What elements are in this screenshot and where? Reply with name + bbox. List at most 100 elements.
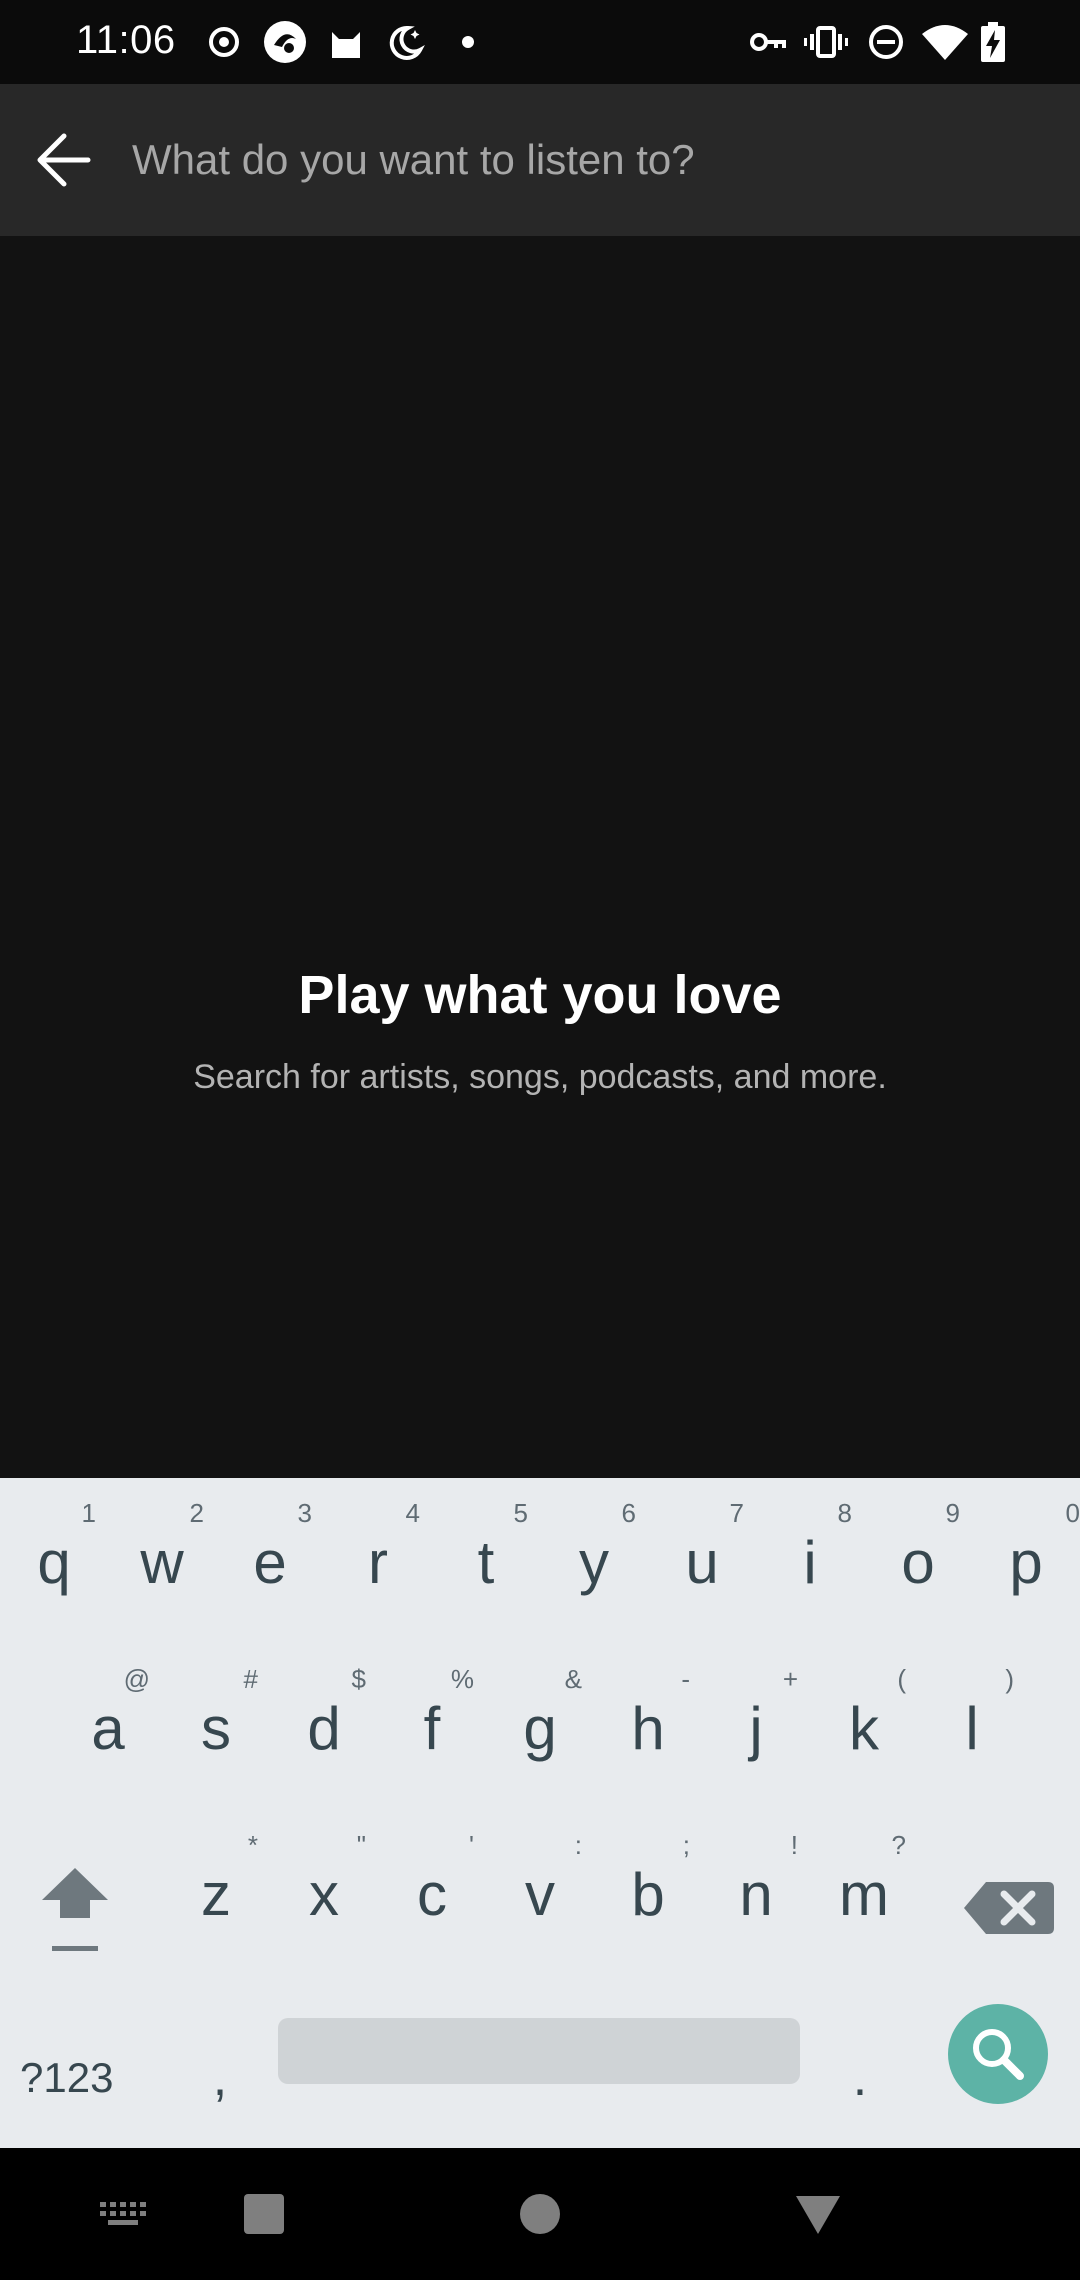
search-header xyxy=(0,84,1080,236)
empty-state-title: Play what you love xyxy=(298,965,782,1025)
key-label: u xyxy=(685,1529,719,1596)
key-alt-label: 0 xyxy=(1065,1498,1080,1528)
key-label: e xyxy=(253,1529,287,1596)
back-button[interactable] xyxy=(30,120,102,200)
symbols-key[interactable]: ?123 xyxy=(20,2038,140,2118)
key-alt-label: * xyxy=(247,1830,258,1860)
key-label: v xyxy=(525,1861,555,1928)
key-h[interactable]: -h xyxy=(594,1644,702,1794)
key-label: q xyxy=(37,1529,71,1596)
key-label: k xyxy=(849,1695,879,1762)
soft-keyboard: 1q 2w 3e 4r 5t 6y 7u 8i 9o 0p @ a # s $ d %… xyxy=(0,1478,1080,2148)
key-label: j xyxy=(749,1695,763,1762)
key-c[interactable]: ' c xyxy=(378,1810,486,1960)
key-alt-label: " xyxy=(356,1830,366,1860)
key-label: d xyxy=(307,1695,341,1762)
key-n[interactable]: ! n xyxy=(702,1810,810,1960)
key-w[interactable]: 2w xyxy=(108,1478,216,1628)
key-alt-label: 7 xyxy=(729,1498,744,1528)
key-alt-label: ) xyxy=(1005,1664,1014,1694)
key-x[interactable]: " x xyxy=(270,1810,378,1960)
key-alt-label: 2 xyxy=(189,1498,204,1528)
key-e[interactable]: 3e xyxy=(216,1478,324,1628)
key-label: f xyxy=(423,1695,441,1762)
key-t[interactable]: 5t xyxy=(432,1478,540,1628)
key-o[interactable]: 9o xyxy=(864,1478,972,1628)
key-k[interactable]: (k xyxy=(810,1644,918,1794)
key-d[interactable]: $ d xyxy=(270,1644,378,1794)
system-nav-bar xyxy=(0,2148,1080,2280)
key-alt-label: & xyxy=(564,1664,582,1694)
key-label: x xyxy=(309,1861,339,1928)
key-label: g xyxy=(523,1695,557,1762)
key-g[interactable]: & g xyxy=(486,1644,594,1794)
key-v[interactable]: :v xyxy=(486,1810,594,1960)
key-alt-label: 5 xyxy=(513,1498,528,1528)
night-mode-icon xyxy=(389,25,425,60)
key-i[interactable]: 8i xyxy=(756,1478,864,1628)
key-label: m xyxy=(839,1861,889,1928)
key-alt-label: 9 xyxy=(945,1498,960,1528)
key-alt-label: ! xyxy=(790,1830,798,1860)
key-m[interactable]: ? m xyxy=(810,1810,918,1960)
key-z[interactable]: * z xyxy=(162,1810,270,1960)
key-u[interactable]: 7u xyxy=(648,1478,756,1628)
search-input[interactable] xyxy=(132,118,1032,202)
key-label: s xyxy=(201,1695,231,1762)
key-label: t xyxy=(477,1529,495,1596)
key-label: o xyxy=(901,1529,935,1596)
comma-key[interactable]: , xyxy=(180,2038,260,2118)
backspace-key[interactable] xyxy=(960,1848,1060,1968)
key-alt-label: - xyxy=(681,1664,690,1694)
status-bar: 11:06 xyxy=(0,0,1080,84)
key-a[interactable]: @ a xyxy=(54,1644,162,1794)
keyboard-switch-icon[interactable] xyxy=(88,2178,160,2250)
key-y[interactable]: 6y xyxy=(540,1478,648,1628)
shift-icon xyxy=(42,1868,108,1951)
key-label: i xyxy=(803,1529,817,1596)
record-icon xyxy=(209,27,239,57)
key-label: n xyxy=(739,1861,773,1928)
notification-dot-icon xyxy=(462,36,474,48)
key-alt-label: ( xyxy=(897,1664,906,1694)
key-alt-label: 6 xyxy=(621,1498,636,1528)
key-label: w xyxy=(140,1529,184,1596)
key-l[interactable]: ) l xyxy=(918,1644,1026,1794)
key-s[interactable]: # s xyxy=(162,1644,270,1794)
key-alt-label: 8 xyxy=(837,1498,852,1528)
search-icon xyxy=(973,2029,1024,2080)
vibrate-icon xyxy=(804,26,848,58)
key-alt-label: 1 xyxy=(81,1498,96,1528)
key-alt-label: 4 xyxy=(405,1498,420,1528)
status-time: 11:06 xyxy=(76,18,176,62)
key-alt-label: ' xyxy=(469,1830,474,1860)
period-key[interactable]: . xyxy=(820,2038,900,2118)
key-alt-label: ? xyxy=(891,1830,906,1860)
key-label: z xyxy=(201,1861,231,1928)
key-alt-label: # xyxy=(243,1664,258,1694)
recents-icon[interactable] xyxy=(228,2178,300,2250)
space-bar[interactable] xyxy=(278,2018,800,2084)
key-r[interactable]: 4r xyxy=(324,1478,432,1628)
cat-icon xyxy=(332,32,360,58)
key-label: h xyxy=(631,1695,665,1762)
key-f[interactable]: % f xyxy=(378,1644,486,1794)
key-b[interactable]: ; b xyxy=(594,1810,702,1960)
key-label: b xyxy=(631,1861,665,1928)
back-icon[interactable] xyxy=(782,2178,854,2250)
key-alt-label: 3 xyxy=(297,1498,312,1528)
key-label: l xyxy=(965,1695,979,1762)
key-label: a xyxy=(91,1695,125,1762)
key-alt-label: ; xyxy=(682,1830,690,1860)
shift-key[interactable] xyxy=(30,1848,120,1968)
key-alt-label: : xyxy=(574,1830,582,1860)
keyboard-search-button[interactable] xyxy=(948,2004,1048,2104)
home-icon[interactable] xyxy=(504,2178,576,2250)
key-alt-label: @ xyxy=(123,1664,150,1694)
key-label: y xyxy=(579,1529,609,1596)
key-j[interactable]: + j xyxy=(702,1644,810,1794)
key-p[interactable]: 0p xyxy=(972,1478,1080,1628)
do-not-disturb-icon xyxy=(869,25,903,59)
key-q[interactable]: 1q xyxy=(0,1478,108,1628)
key-label: c xyxy=(417,1861,447,1928)
